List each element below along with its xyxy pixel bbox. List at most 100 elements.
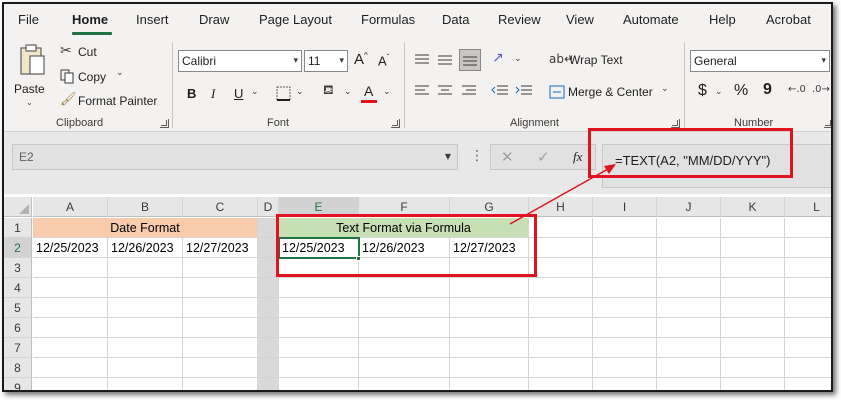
chevron-down-icon[interactable]: ⌄ <box>514 54 522 64</box>
grid-cell[interactable] <box>721 318 785 338</box>
tab-help[interactable]: Help <box>709 12 736 27</box>
grid-cell[interactable] <box>450 378 529 390</box>
tab-home[interactable]: Home <box>72 12 108 27</box>
date-format-header-cell[interactable]: Date Format <box>33 218 258 238</box>
align-middle-icon[interactable] <box>437 53 453 67</box>
grid-cell[interactable] <box>593 378 657 390</box>
grid-cell[interactable] <box>450 358 529 378</box>
row-header-3[interactable]: 3 <box>4 258 32 278</box>
grid-cell[interactable] <box>33 278 108 298</box>
tab-review[interactable]: Review <box>498 12 541 27</box>
grid-cell[interactable] <box>279 378 359 390</box>
borders-icon[interactable] <box>276 86 292 102</box>
grid-cell[interactable] <box>108 318 183 338</box>
insert-function-button[interactable]: fx <box>573 149 582 165</box>
grid-cell[interactable] <box>108 258 183 278</box>
grid-cell[interactable] <box>258 338 279 358</box>
column-header-c[interactable]: C <box>183 197 258 217</box>
grid-cell[interactable] <box>450 318 529 338</box>
grid-cell[interactable] <box>785 278 831 298</box>
tab-file[interactable]: File <box>18 12 39 27</box>
grid-cell[interactable] <box>721 238 785 258</box>
clipboard-launcher-icon[interactable] <box>160 119 169 128</box>
enter-icon[interactable]: ✓ <box>537 148 550 166</box>
align-bottom-button[interactable] <box>459 49 481 71</box>
cell-c2[interactable]: 12/27/2023 <box>183 238 258 258</box>
grid-cell[interactable] <box>183 378 258 390</box>
chevron-down-icon[interactable]: ⌄ <box>383 87 391 97</box>
grid-cell[interactable] <box>721 378 785 390</box>
row-header-7[interactable]: 7 <box>4 338 32 358</box>
align-top-icon[interactable] <box>414 53 430 67</box>
tab-insert[interactable]: Insert <box>136 12 169 27</box>
row-header-1[interactable]: 1 <box>4 218 32 238</box>
grid-cell[interactable] <box>721 298 785 318</box>
grid-cell[interactable] <box>593 258 657 278</box>
grid-cell[interactable] <box>593 238 657 258</box>
align-center-icon[interactable] <box>437 84 453 98</box>
grid-cell[interactable] <box>33 258 108 278</box>
column-header-b[interactable]: B <box>108 197 183 217</box>
grid-cell[interactable] <box>593 298 657 318</box>
grid-cell[interactable] <box>359 338 450 358</box>
orientation-icon[interactable]: ↗ <box>492 50 504 66</box>
number-launcher-icon[interactable] <box>824 119 831 128</box>
grid-cell[interactable] <box>657 378 721 390</box>
row-header-2[interactable]: 2 <box>4 238 32 258</box>
grid-cell[interactable] <box>657 238 721 258</box>
wrap-text-button[interactable]: ab↵ Wrap Text <box>549 52 629 70</box>
grid-cell[interactable] <box>450 278 529 298</box>
select-all-corner[interactable] <box>4 197 32 217</box>
cell-b2[interactable]: 12/26/2023 <box>108 238 183 258</box>
currency-button[interactable]: $ <box>698 82 707 100</box>
grid-cell[interactable] <box>593 278 657 298</box>
grid-cell[interactable] <box>183 258 258 278</box>
grid-cell[interactable] <box>529 338 593 358</box>
grid-cell[interactable] <box>657 318 721 338</box>
grid-cell[interactable] <box>721 358 785 378</box>
grid-cell[interactable] <box>183 318 258 338</box>
align-right-icon[interactable] <box>461 84 477 98</box>
row-header-6[interactable]: 6 <box>4 318 32 338</box>
grid-cell[interactable] <box>657 218 721 238</box>
grid-cell[interactable] <box>359 358 450 378</box>
grid-cell[interactable] <box>359 378 450 390</box>
grid-cell[interactable] <box>529 278 593 298</box>
grid-cell[interactable] <box>108 378 183 390</box>
grid-cell[interactable] <box>108 338 183 358</box>
align-left-icon[interactable] <box>414 84 430 98</box>
row-header-8[interactable]: 8 <box>4 358 32 378</box>
grid-cell[interactable] <box>33 358 108 378</box>
grid-cell[interactable] <box>279 278 359 298</box>
column-header-k[interactable]: K <box>721 197 785 217</box>
grid-cell[interactable] <box>258 378 279 390</box>
alignment-launcher-icon[interactable] <box>671 119 680 128</box>
grid-cell[interactable] <box>529 238 593 258</box>
grid-cell[interactable] <box>33 298 108 318</box>
copy-button[interactable]: Copy ⌄ <box>60 68 130 86</box>
merge-center-button[interactable]: Merge & Center ⌄ <box>549 84 673 102</box>
chevron-down-icon[interactable]: ⌄ <box>296 87 304 97</box>
grid-cell[interactable] <box>593 358 657 378</box>
grow-font-button[interactable]: A^ <box>354 51 368 68</box>
grid-cell[interactable] <box>785 318 831 338</box>
grid-cell[interactable] <box>657 298 721 318</box>
grid-cell[interactable] <box>721 218 785 238</box>
grid-cell[interactable] <box>785 298 831 318</box>
grid-cell[interactable] <box>258 358 279 378</box>
tab-acrobat[interactable]: Acrobat <box>766 12 811 27</box>
font-name-select[interactable]: Calibri ▾ <box>178 50 302 72</box>
cancel-icon[interactable]: ✕ <box>501 148 514 166</box>
cell-a2[interactable]: 12/25/2023 <box>33 238 108 258</box>
grid-cell[interactable] <box>183 358 258 378</box>
grid-cell[interactable] <box>593 318 657 338</box>
tab-data[interactable]: Data <box>442 12 469 27</box>
grid-cell[interactable] <box>258 298 279 318</box>
grid-cell[interactable] <box>279 298 359 318</box>
underline-button[interactable]: U <box>234 86 243 101</box>
grid-cell[interactable] <box>529 318 593 338</box>
shrink-font-button[interactable]: Aˇ <box>378 53 389 68</box>
column-header-l[interactable]: L <box>785 197 831 217</box>
chevron-down-icon[interactable]: ⌄ <box>715 87 723 97</box>
grid-cell[interactable] <box>721 338 785 358</box>
